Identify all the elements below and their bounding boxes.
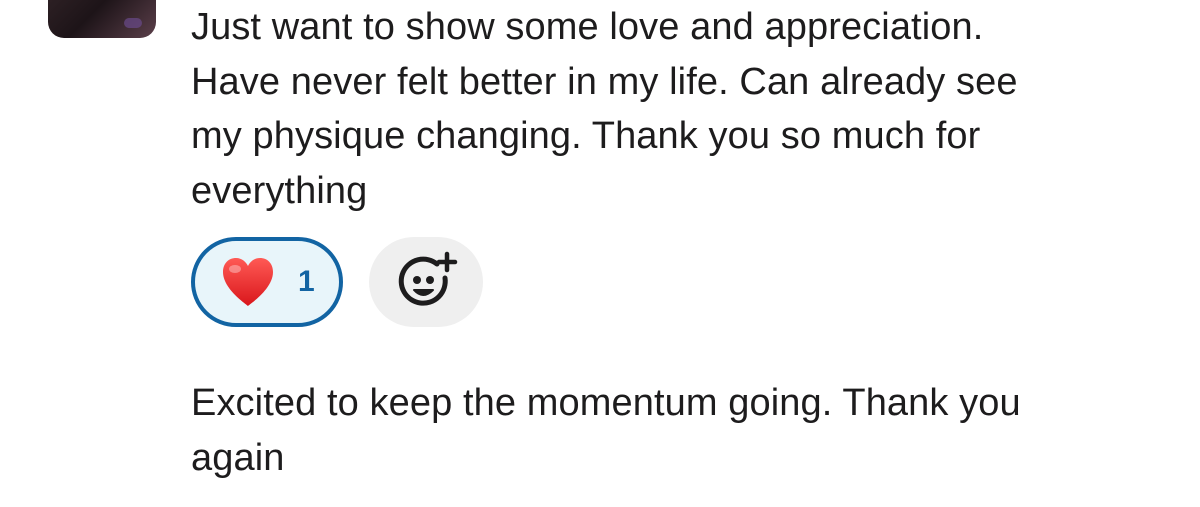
message-text: Excited to keep the momentum going. Than…: [191, 382, 1021, 479]
reaction-count: 1: [298, 265, 315, 298]
heart-reaction-button[interactable]: 1: [191, 237, 343, 327]
avatar[interactable]: [48, 0, 156, 38]
heart-icon: [223, 258, 273, 306]
add-reaction-button[interactable]: [369, 237, 483, 327]
add-reaction-icon: [398, 251, 458, 306]
message-text: Just want to show some love and apprecia…: [191, 6, 1018, 212]
reaction-bar: 1: [191, 237, 483, 327]
